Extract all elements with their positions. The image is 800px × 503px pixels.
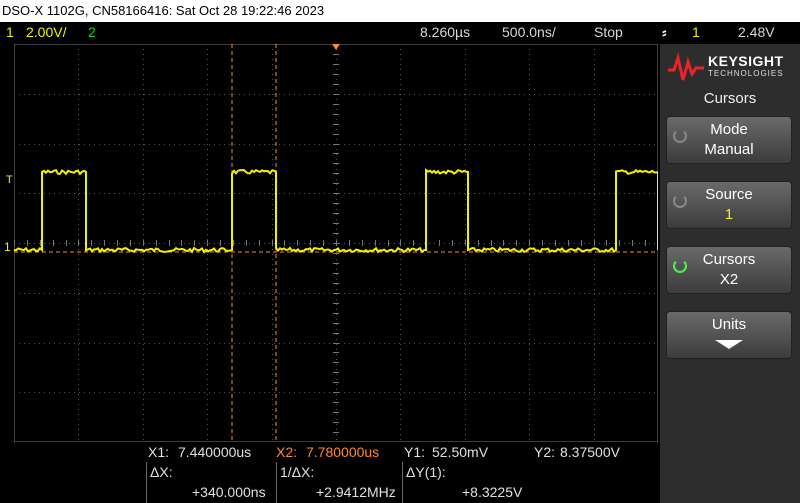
time-scale[interactable]: 500.0ns/ [502,22,556,42]
inv-dx-value: +2.9412MHz [316,484,396,500]
y2-label: Y2: [534,444,556,460]
ch1-ground-marker[interactable]: 1 [4,240,11,254]
divider [146,462,147,503]
mode-softkey[interactable]: Mode Manual [666,116,792,164]
trigger-source[interactable]: 1 [692,22,700,42]
source-value: 1 [724,206,734,223]
status-bar: 1 2.00V/ 2 8.260µs 500.0ns/ Stop ⸗ 1 2.4… [0,22,800,42]
divider [402,462,403,503]
softkey-panel: KEYSIGHT TECHNOLOGIES Cursors Mode Manua… [660,44,800,503]
run-state[interactable]: Stop [594,22,623,42]
x1-value: 7.440000us [178,444,252,460]
x1-label: X1: [148,444,170,460]
brand-sub: TECHNOLOGIES [708,69,784,78]
time-delay[interactable]: 8.260µs [420,22,470,42]
ch1-scale[interactable]: 2.00V/ [26,22,66,42]
trigger-edge-rising-icon: ⸗ [662,24,667,40]
rotate-knob-icon [673,194,687,208]
waveform-display[interactable]: 1 T [4,44,658,442]
trigger-level-marker[interactable]: T [6,174,13,186]
dx-label: ΔX: [150,464,173,480]
window-title: DSO-X 1102G, CN58166416: Sat Oct 28 19:2… [0,0,800,22]
inv-dx-label: 1/ΔX: [280,464,315,480]
cursor-measurements: X1: 7.440000us X2: 7.780000us Y1: 52.50m… [0,442,658,503]
ch2-label[interactable]: 2 [88,22,96,42]
cursors-softkey[interactable]: Cursors X2 [666,246,792,294]
cursors-value: X2 [719,271,739,288]
x2-label: X2: [276,444,298,460]
y1-value: 52.50mV [432,444,489,460]
x2-value: 7.780000us [306,444,380,460]
chevron-down-icon [715,340,743,349]
mode-value: Manual [704,141,754,158]
divider [276,462,277,503]
keysight-logo: KEYSIGHT TECHNOLOGIES [660,44,800,88]
trigger-level[interactable]: 2.48V [738,22,775,42]
brand-name: KEYSIGHT [708,53,784,69]
rotate-knob-icon [673,259,687,273]
source-softkey[interactable]: Source 1 [666,181,792,229]
dy-label: ΔY(1): [406,464,446,480]
y2-value: 8.37500V [560,444,620,460]
ch1-label[interactable]: 1 [6,22,14,42]
y1-label: Y1: [404,444,426,460]
units-softkey[interactable]: Units [666,311,792,359]
rotate-knob-icon [673,129,687,143]
menu-title: Cursors [703,90,757,107]
keysight-wave-icon [668,52,704,81]
units-label: Units [711,316,747,333]
graticule [14,44,658,442]
dy-value: +8.3225V [462,484,523,500]
dx-value: +340.000ns [192,484,266,500]
